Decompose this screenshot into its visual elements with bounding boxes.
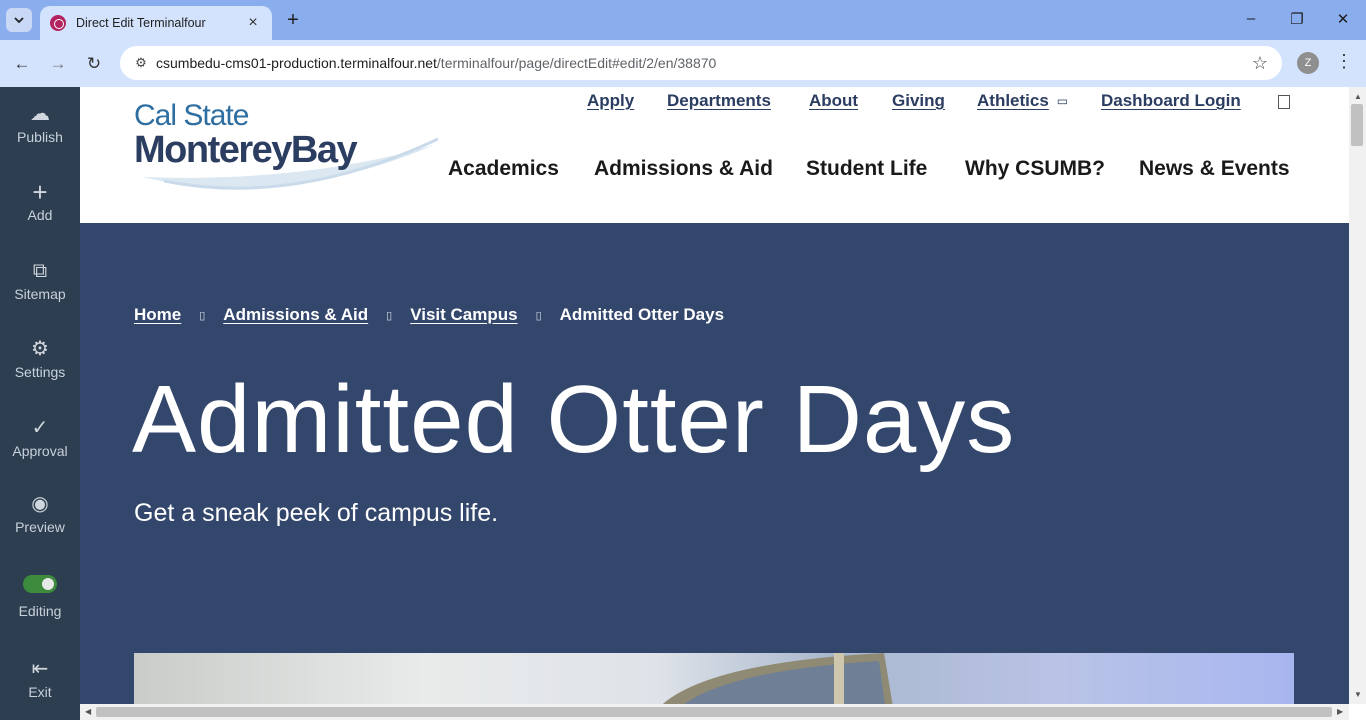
main-nav-why-csumb[interactable]: Why CSUMB? — [965, 157, 1105, 181]
util-link-label: Departments — [667, 91, 771, 110]
breadcrumb-separator-icon: ▯ — [199, 309, 206, 322]
browser-tab-active[interactable]: Direct Edit Terminalfour × — [40, 6, 272, 40]
close-window-button[interactable]: ✕ — [1333, 10, 1353, 28]
building-roof-shape — [662, 653, 893, 704]
breadcrumb: Home ▯ Admissions & Aid ▯ Visit Campus ▯… — [134, 305, 724, 325]
breadcrumb-home[interactable]: Home — [134, 305, 181, 325]
sidebar-item-editing[interactable]: Editing — [0, 575, 80, 619]
browser-toolbar: ← → ↻ ⚙ csumbedu-cms01-production.termin… — [0, 40, 1366, 87]
chevron-down-icon — [14, 16, 24, 23]
cloud-upload-icon: ☁ — [30, 103, 50, 125]
util-link-giving[interactable]: Giving — [892, 91, 945, 111]
editing-toggle-switch[interactable] — [23, 575, 57, 593]
util-link-about[interactable]: About — [809, 91, 858, 111]
forward-button[interactable]: → — [46, 52, 70, 76]
exit-icon: ⇤ — [31, 658, 49, 680]
scroll-left-arrow-icon[interactable]: ◀ — [85, 707, 91, 716]
main-nav-admissions[interactable]: Admissions & Aid — [594, 157, 773, 181]
profile-avatar[interactable]: Z — [1297, 52, 1319, 74]
breadcrumb-separator-icon: ▯ — [386, 309, 393, 322]
util-link-departments[interactable]: Departments — [667, 91, 771, 111]
terminalfour-favicon-icon — [50, 15, 66, 31]
minimize-button[interactable]: – — [1241, 10, 1261, 27]
browser-tab-strip: Direct Edit Terminalfour × + – ❐ ✕ — [0, 0, 1366, 40]
sidebar-item-label: Exit — [28, 684, 52, 700]
reload-button[interactable]: ↻ — [82, 52, 106, 76]
campus-hero-image — [134, 653, 1294, 704]
scroll-up-arrow-icon[interactable]: ▲ — [1354, 92, 1362, 101]
sidebar-item-sitemap[interactable]: ⧉ Sitemap — [0, 260, 80, 302]
sidebar-item-label: Preview — [15, 519, 65, 535]
sidebar-item-label: Approval — [12, 443, 68, 459]
sidebar-item-label: Publish — [17, 129, 63, 145]
new-tab-button[interactable]: + — [282, 8, 304, 32]
breadcrumb-admissions[interactable]: Admissions & Aid — [223, 305, 368, 325]
sidebar-item-approval[interactable]: ✓ Approval — [0, 417, 80, 459]
logo-text-cal-state: Cal State — [134, 99, 249, 132]
csumb-logo[interactable]: Cal State MontereyBay — [134, 99, 438, 190]
sidebar-item-label: Sitemap — [14, 286, 66, 302]
breadcrumb-current: Admitted Otter Days — [559, 305, 725, 324]
sidebar-item-label: Add — [27, 207, 53, 223]
search-icon[interactable] — [1278, 95, 1290, 109]
page-subtitle: Get a sneak peek of campus life. — [134, 499, 499, 527]
tab-search-button[interactable] — [6, 8, 32, 32]
logo-text-monterey-bay: MontereyBay — [134, 129, 358, 171]
sidebar-item-exit[interactable]: ⇤ Exit — [0, 658, 80, 700]
scroll-down-arrow-icon[interactable]: ▼ — [1354, 690, 1362, 699]
t4-sidebar: ☁ Publish + Add ⧉ Sitemap ⚙ Settings ✓ A… — [0, 87, 80, 720]
scroll-right-arrow-icon[interactable]: ▶ — [1337, 707, 1343, 716]
vertical-scrollbar[interactable] — [1349, 87, 1366, 704]
restore-button[interactable]: ❐ — [1287, 10, 1307, 28]
plus-icon: + — [32, 177, 48, 207]
site-header: Cal State MontereyBay Apply Departments … — [80, 87, 1349, 223]
back-button[interactable]: ← — [10, 52, 34, 76]
page-viewport: Cal State MontereyBay Apply Departments … — [80, 87, 1349, 704]
tab-close-icon[interactable]: × — [244, 14, 262, 32]
url-path: /terminalfour/page/directEdit#edit/2/en/… — [436, 55, 717, 71]
vertical-scroll-thumb[interactable] — [1351, 104, 1363, 146]
address-bar[interactable]: ⚙ csumbedu-cms01-production.terminalfour… — [120, 46, 1282, 80]
bookmark-star-icon[interactable]: ☆ — [1252, 53, 1268, 74]
util-link-label: Apply — [587, 91, 635, 110]
sidebar-item-label: Settings — [14, 364, 66, 380]
util-link-dashboard-login[interactable]: Dashboard Login — [1101, 91, 1241, 111]
horizontal-scroll-thumb[interactable] — [96, 707, 1332, 717]
sidebar-item-preview[interactable]: ◉ Preview — [0, 493, 80, 535]
hero-banner: Home ▯ Admissions & Aid ▯ Visit Campus ▯… — [80, 223, 1349, 704]
util-link-label: Giving — [892, 91, 945, 110]
sidebar-item-add[interactable]: + Add — [0, 177, 80, 223]
main-nav-news-events[interactable]: News & Events — [1139, 157, 1290, 181]
eye-icon: ◉ — [31, 493, 49, 515]
check-icon: ✓ — [31, 417, 49, 439]
sidebar-item-label: Editing — [18, 603, 62, 619]
util-link-apply[interactable]: Apply — [587, 91, 634, 111]
main-nav-academics[interactable]: Academics — [448, 157, 559, 181]
util-link-label: About — [809, 91, 859, 110]
main-nav-student-life[interactable]: Student Life — [806, 157, 927, 181]
breadcrumb-separator-icon: ▯ — [535, 309, 542, 322]
sidebar-item-publish[interactable]: ☁ Publish — [0, 103, 80, 145]
sidebar-item-settings[interactable]: ⚙ Settings — [0, 338, 80, 380]
browser-menu-icon[interactable]: ⋮ — [1334, 51, 1354, 72]
page-title: Admitted Otter Days — [132, 366, 1016, 473]
tab-title: Direct Edit Terminalfour — [76, 16, 206, 30]
site-info-icon[interactable]: ⚙ — [130, 52, 152, 74]
external-link-icon: ▭ — [1056, 94, 1069, 108]
breadcrumb-visit-campus[interactable]: Visit Campus — [410, 305, 517, 325]
gear-icon: ⚙ — [31, 338, 49, 360]
util-link-athletics[interactable]: Athletics ▭ — [977, 91, 1068, 111]
util-link-label: Athletics — [977, 91, 1049, 110]
util-link-label: Dashboard Login — [1101, 91, 1241, 110]
url-host: csumbedu-cms01-production.terminalfour.n… — [156, 55, 437, 71]
sitemap-icon: ⧉ — [32, 260, 48, 282]
